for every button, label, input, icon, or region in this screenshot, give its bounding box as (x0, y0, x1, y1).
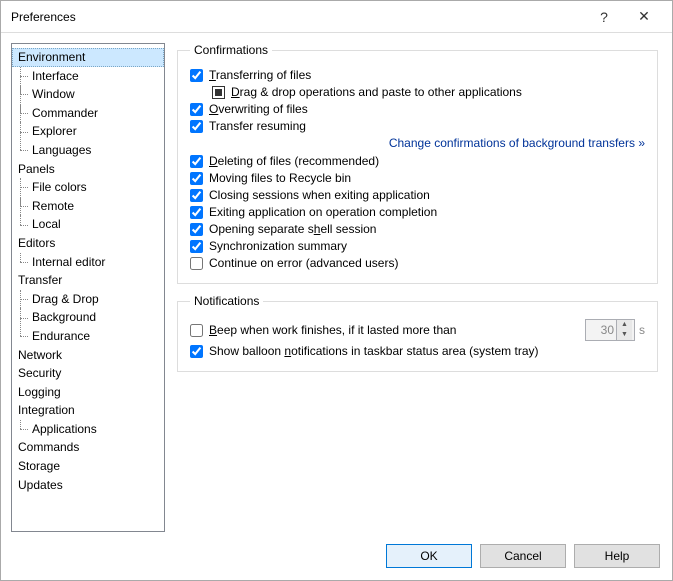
help-icon[interactable]: ? (584, 2, 624, 32)
lbl-sync: Synchronization summary (209, 239, 347, 253)
tree-explorer[interactable]: Explorer (12, 122, 164, 141)
spin-down-icon[interactable]: ▼ (617, 330, 632, 340)
tree-network[interactable]: Network (12, 346, 164, 365)
dialog-buttons: OK Cancel Help (1, 532, 672, 580)
tree-applications[interactable]: Applications (12, 420, 164, 439)
nav-tree[interactable]: Environment Interface Window Commander E… (11, 43, 165, 532)
chk-beep[interactable] (190, 324, 203, 337)
chk-transferring[interactable] (190, 69, 203, 82)
lbl-resuming: Transfer resuming (209, 119, 306, 133)
lbl-exiting: Exiting application on operation complet… (209, 205, 437, 219)
chk-continue[interactable] (190, 257, 203, 270)
window-title: Preferences (11, 10, 76, 24)
tree-editors[interactable]: Editors (12, 234, 164, 253)
confirmations-group: Confirmations Transferring of files Drag… (177, 43, 658, 284)
link-bg-transfers[interactable]: Change confirmations of background trans… (190, 136, 645, 150)
tree-interface[interactable]: Interface (12, 67, 164, 86)
notifications-legend: Notifications (190, 294, 263, 308)
chk-deleting[interactable] (190, 155, 203, 168)
tree-window[interactable]: Window (12, 85, 164, 104)
preferences-dialog: Preferences ? ✕ Environment Interface Wi… (0, 0, 673, 581)
lbl-continue: Continue on error (advanced users) (209, 256, 398, 270)
tree-remote[interactable]: Remote (12, 197, 164, 216)
beep-seconds-spinner[interactable]: ▲▼ (585, 319, 635, 341)
unit-label: s (639, 323, 645, 337)
lbl-closing: Closing sessions when exiting applicatio… (209, 188, 430, 202)
tree-file-colors[interactable]: File colors (12, 178, 164, 197)
tree-environment[interactable]: Environment (12, 48, 164, 67)
tree-background[interactable]: Background (12, 308, 164, 327)
confirmations-legend: Confirmations (190, 43, 272, 57)
lbl-moving: Moving files to Recycle bin (209, 171, 351, 185)
cancel-button[interactable]: Cancel (480, 544, 566, 568)
tree-transfer[interactable]: Transfer (12, 271, 164, 290)
titlebar: Preferences ? ✕ (1, 1, 672, 33)
chk-balloon[interactable] (190, 345, 203, 358)
beep-seconds-input[interactable] (586, 323, 616, 337)
tree-languages[interactable]: Languages (12, 141, 164, 160)
tree-local[interactable]: Local (12, 215, 164, 234)
chk-dragdrop[interactable] (212, 86, 225, 99)
chk-resuming[interactable] (190, 120, 203, 133)
help-button[interactable]: Help (574, 544, 660, 568)
notifications-group: Notifications Beep when work finishes, i… (177, 294, 658, 372)
tree-security[interactable]: Security (12, 364, 164, 383)
close-icon[interactable]: ✕ (624, 2, 664, 32)
chk-overwriting[interactable] (190, 103, 203, 116)
tree-drag-drop[interactable]: Drag & Drop (12, 290, 164, 309)
tree-logging[interactable]: Logging (12, 383, 164, 402)
chk-moving[interactable] (190, 172, 203, 185)
lbl-transferring: Transferring of files (209, 68, 311, 82)
lbl-deleting: Deleting of files (recommended) (209, 154, 379, 168)
tree-storage[interactable]: Storage (12, 457, 164, 476)
chk-shell[interactable] (190, 223, 203, 236)
tree-endurance[interactable]: Endurance (12, 327, 164, 346)
chk-exiting[interactable] (190, 206, 203, 219)
lbl-shell: Opening separate shell session (209, 222, 376, 236)
lbl-beep: Beep when work finishes, if it lasted mo… (209, 323, 456, 337)
chk-closing[interactable] (190, 189, 203, 202)
chk-sync[interactable] (190, 240, 203, 253)
ok-button[interactable]: OK (386, 544, 472, 568)
tree-updates[interactable]: Updates (12, 476, 164, 495)
tree-internal-editor[interactable]: Internal editor (12, 253, 164, 272)
tree-commander[interactable]: Commander (12, 104, 164, 123)
spin-up-icon[interactable]: ▲ (617, 320, 632, 330)
lbl-overwriting: Overwriting of files (209, 102, 308, 116)
tree-commands[interactable]: Commands (12, 438, 164, 457)
lbl-balloon: Show balloon notifications in taskbar st… (209, 344, 539, 358)
tree-integration[interactable]: Integration (12, 401, 164, 420)
lbl-dragdrop: Drag & drop operations and paste to othe… (231, 85, 522, 99)
tree-panels[interactable]: Panels (12, 160, 164, 179)
